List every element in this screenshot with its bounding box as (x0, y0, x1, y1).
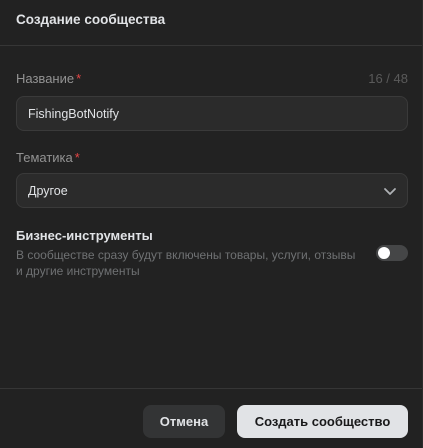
name-label-row: Название * 16 / 48 (16, 71, 408, 87)
cancel-button[interactable]: Отмена (143, 405, 225, 438)
topic-label-row: Тематика * (16, 150, 408, 166)
business-tools-title: Бизнес-инструменты (16, 228, 153, 243)
name-required-mark: * (76, 71, 82, 86)
name-input-value: FishingBotNotify (28, 107, 120, 121)
toggle-knob (378, 247, 390, 259)
name-label: Название (16, 71, 75, 86)
modal-title: Создание сообщества (16, 12, 166, 27)
topic-select-value: Другое (28, 184, 68, 198)
business-tools-description: В сообществе сразу будут включены товары… (16, 248, 356, 278)
name-char-counter: 16 / 48 (368, 71, 408, 86)
topic-label: Тематика (16, 150, 73, 165)
name-input[interactable]: FishingBotNotify (16, 96, 408, 131)
create-community-modal: Создание сообщества Название * 16 / 48 Fi… (0, 0, 423, 448)
create-community-button[interactable]: Создать сообщество (237, 405, 408, 438)
modal-header: Создание сообщества (0, 0, 422, 46)
topic-required-mark: * (74, 150, 80, 165)
business-tools-toggle[interactable] (376, 245, 408, 261)
modal-footer: Отмена Создать сообщество (0, 388, 422, 448)
topic-select[interactable]: Другое (16, 173, 408, 208)
chevron-down-icon (384, 188, 396, 195)
